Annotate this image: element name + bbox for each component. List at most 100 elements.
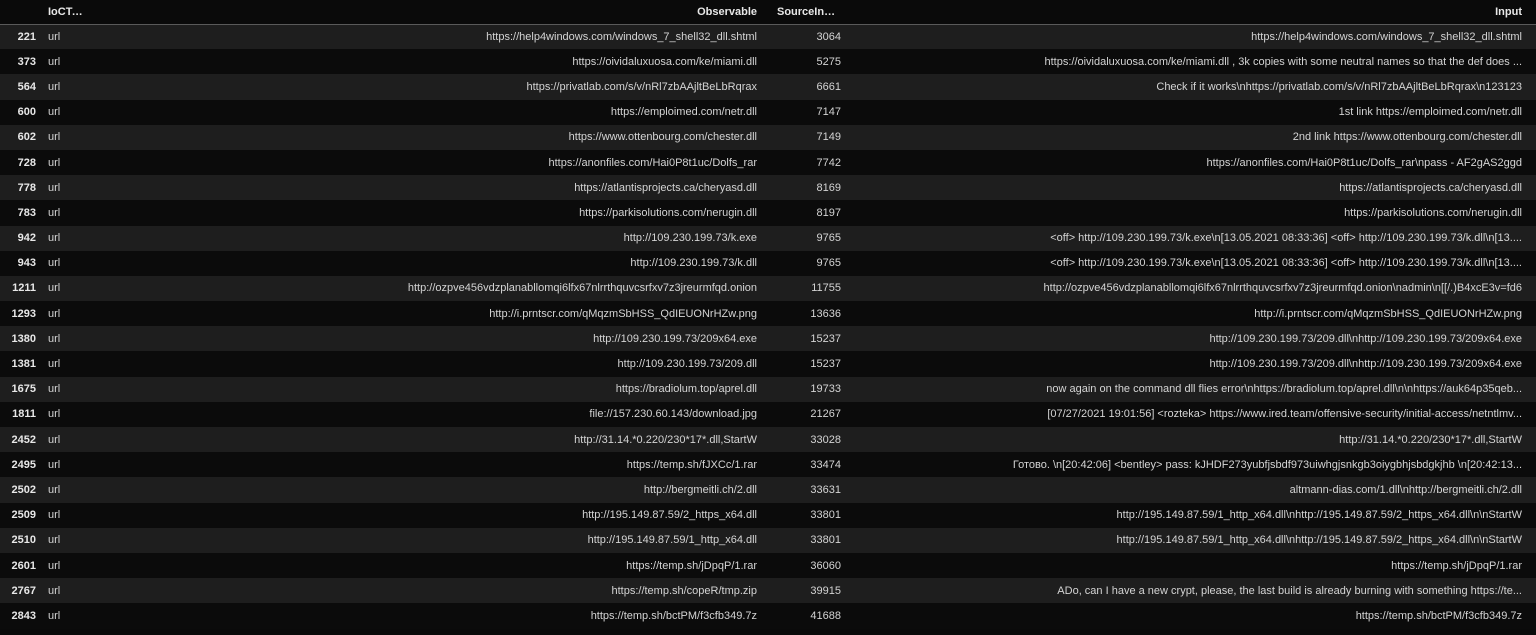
cell-source-index: 33028: [810, 433, 841, 446]
header-source-index[interactable]: SourceIndex: [771, 0, 851, 25]
cell-source-index: 5275: [816, 55, 841, 68]
cell-source-index: 39915: [810, 584, 841, 597]
row-index: 221: [17, 30, 36, 43]
cell-input: https://atlantisprojects.ca/cheryasd.dll: [1339, 181, 1522, 194]
cell-ioc-type: url: [48, 509, 61, 522]
cell-source-index: 11755: [811, 282, 841, 295]
cell-ioc-type: url: [48, 282, 61, 295]
cell-observable: https://oividaluxuosa.com/ke/miami.dll: [572, 55, 757, 68]
cell-observable: https://temp.sh/fJXCc/1.rar: [626, 458, 757, 471]
table-row[interactable]: 783 url https://parkisolutions.com/nerugin…: [0, 200, 1536, 226]
cell-source-index: 8197: [816, 206, 841, 219]
table-row[interactable]: 1211 url http://ozpve456vdzplanabllomqi6lf…: [0, 275, 1536, 302]
cell-ioc-type: url: [48, 80, 61, 93]
cell-source-index: 6661: [816, 80, 841, 93]
table-row[interactable]: 943 url http://109.230.199.73/k.dll 9765 <of…: [0, 250, 1536, 276]
row-index: 783: [17, 206, 36, 219]
cell-observable: https://privatlab.com/s/v/nRl7zbAAjltBeL…: [526, 80, 758, 93]
table-row[interactable]: 2510 url http://195.149.87.59/1_http_x64.d…: [0, 527, 1536, 553]
cell-source-index: 33801: [810, 509, 841, 522]
ioc-table: IoCType Observable SourceIndex Input 221…: [0, 0, 1536, 629]
table-row[interactable]: 2767 url https://temp.sh/copeR/tmp.zip 3991…: [0, 578, 1536, 604]
cell-observable: https://bradiolum.top/aprel.dll: [615, 383, 757, 396]
cell-source-index: 7149: [816, 131, 841, 144]
row-index: 2495: [11, 458, 36, 471]
cell-observable: http://bergmeitli.ch/2.dll: [643, 483, 757, 496]
cell-input: http://ozpve456vdzplanabllomqi6lfx67nlrr…: [1043, 282, 1522, 295]
cell-source-index: 13636: [810, 307, 841, 320]
cell-ioc-type: url: [48, 433, 61, 446]
row-index: 600: [17, 106, 36, 119]
cell-input: 1st link https://emploimed.com/netr.dll: [1338, 106, 1522, 119]
cell-source-index: 15237: [810, 358, 841, 371]
cell-observable: https://temp.sh/jDpqP/1.rar: [626, 559, 757, 572]
cell-input: altmann-dias.com/1.dll\nhttp://bergmeitl…: [1289, 483, 1522, 496]
cell-source-index: 9765: [816, 232, 841, 245]
table-row[interactable]: 942 url http://109.230.199.73/k.exe 9765 <of…: [0, 225, 1536, 251]
cell-input: 2nd link https://www.ottenbourg.com/ches…: [1292, 131, 1522, 144]
header-observable[interactable]: Observable: [97, 0, 771, 25]
cell-input: ADo, can I have a new crypt, please, the…: [1057, 584, 1522, 597]
cell-input: https://anonfiles.com/Hai0P8t1uc/Dolfs_r…: [1206, 156, 1522, 169]
cell-ioc-type: url: [48, 106, 61, 119]
cell-ioc-type: url: [48, 483, 61, 496]
table-row[interactable]: 221 url https://help4windows.com/windows_7…: [0, 24, 1536, 50]
cell-input: http://109.230.199.73/209.dll\nhttp://10…: [1209, 358, 1522, 371]
table-row[interactable]: 2502 url http://bergmeitli.ch/2.dll 33631 al…: [0, 477, 1536, 503]
cell-input: http://195.149.87.59/1_http_x64.dll\nhtt…: [1116, 509, 1522, 522]
row-index: 1211: [12, 282, 36, 295]
cell-source-index: 19733: [810, 383, 841, 396]
cell-source-index: 15237: [810, 332, 841, 345]
row-index: 602: [17, 131, 36, 144]
table-row[interactable]: 2509 url http://195.149.87.59/2_https_x64.…: [0, 502, 1536, 528]
cell-input: <off> http://109.230.199.73/k.exe\n[13.0…: [1050, 232, 1522, 245]
table-row[interactable]: 1675 url https://bradiolum.top/aprel.dll 19…: [0, 376, 1536, 402]
cell-ioc-type: url: [48, 30, 61, 43]
cell-observable: https://parkisolutions.com/nerugin.dll: [579, 206, 757, 219]
cell-observable: https://www.ottenbourg.com/chester.dll: [568, 131, 757, 144]
cell-ioc-type: url: [48, 307, 61, 320]
cell-observable: https://temp.sh/copeR/tmp.zip: [611, 584, 757, 597]
cell-ioc-type: url: [48, 232, 61, 245]
table-row[interactable]: 564 url https://privatlab.com/s/v/nRl7zbAA…: [0, 74, 1536, 100]
cell-observable: https://emploimed.com/netr.dll: [610, 106, 757, 119]
row-index: 1381: [11, 358, 36, 371]
cell-input: https://temp.sh/jDpqP/1.rar: [1391, 559, 1522, 572]
table-row[interactable]: 1380 url http://109.230.199.73/209x64.exe 1…: [0, 326, 1536, 352]
table-row[interactable]: 2843 url https://temp.sh/bctPM/f3cfb349.7z…: [0, 603, 1536, 629]
table-row[interactable]: 600 url https://emploimed.com/netr.dll 7147…: [0, 99, 1536, 125]
cell-ioc-type: url: [48, 332, 61, 345]
cell-input: http://31.14.*0.220/230*17*.dll,StartW: [1339, 433, 1522, 446]
cell-input: https://oividaluxuosa.com/ke/miami.dll ,…: [1044, 55, 1522, 68]
row-index: 2510: [11, 534, 36, 547]
header-ioc-type[interactable]: IoCType: [42, 0, 97, 25]
table-row[interactable]: 602 url https://www.ottenbourg.com/chester…: [0, 124, 1536, 150]
table-row[interactable]: 1381 url http://109.230.199.73/209.dll 1523…: [0, 351, 1536, 377]
cell-ioc-type: url: [48, 131, 61, 144]
cell-input: https://temp.sh/bctPM/f3cfb349.7z: [1355, 609, 1522, 622]
table-row[interactable]: 2495 url https://temp.sh/fJXCc/1.rar 33474 Г…: [0, 452, 1536, 478]
table-row[interactable]: 373 url https://oividaluxuosa.com/ke/miami…: [0, 49, 1536, 75]
header-input[interactable]: Input: [851, 0, 1536, 25]
cell-input: https://parkisolutions.com/nerugin.dll: [1344, 206, 1522, 219]
table-row[interactable]: 2601 url https://temp.sh/jDpqP/1.rar 36060 h…: [0, 552, 1536, 579]
cell-ioc-type: url: [48, 559, 61, 572]
row-index: 2452: [11, 433, 36, 446]
cell-observable: http://109.230.199.73/k.dll: [630, 257, 757, 270]
row-index: 943: [17, 257, 36, 270]
cell-input: <off> http://109.230.199.73/k.exe\n[13.0…: [1050, 257, 1522, 270]
cell-input: https://help4windows.com/windows_7_shell…: [1251, 30, 1522, 43]
table-row[interactable]: 728 url https://anonfiles.com/Hai0P8t1uc/D…: [0, 149, 1536, 176]
row-index: 373: [17, 55, 36, 68]
table-row[interactable]: 2452 url http://31.14.*0.220/230*17*.dll,S…: [0, 427, 1536, 453]
table-row[interactable]: 1811 url file://157.230.60.143/download.jp…: [0, 401, 1536, 427]
cell-source-index: 7742: [816, 156, 841, 169]
row-index: 2502: [11, 483, 36, 496]
cell-ioc-type: url: [48, 156, 61, 169]
cell-observable: https://temp.sh/bctPM/f3cfb349.7z: [590, 609, 757, 622]
cell-ioc-type: url: [48, 358, 61, 371]
table-row[interactable]: 1293 url http://i.prntscr.com/qMqzmSbHSS_Q…: [0, 301, 1536, 327]
cell-input: http://195.149.87.59/1_http_x64.dll\nhtt…: [1116, 534, 1522, 547]
cell-ioc-type: url: [48, 383, 61, 396]
table-row[interactable]: 778 url https://atlantisprojects.ca/cherya…: [0, 175, 1536, 201]
